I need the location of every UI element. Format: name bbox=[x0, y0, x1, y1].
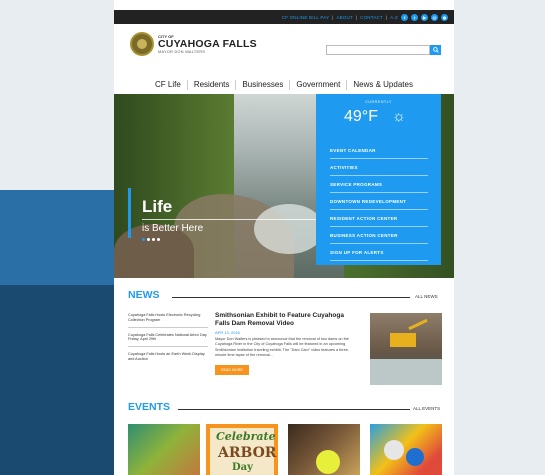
sun-icon: ☼ bbox=[392, 108, 406, 125]
slide-dot[interactable] bbox=[157, 238, 160, 241]
featured-news-date: APR 13, 2016 bbox=[215, 330, 240, 335]
quick-link-activities[interactable]: ACTIVITIES bbox=[330, 159, 428, 176]
quick-link-alerts[interactable]: SIGN UP FOR ALERTS bbox=[330, 244, 428, 261]
quick-link-event-calendar[interactable]: EVENT CALENDAR bbox=[330, 142, 428, 159]
all-events-link[interactable]: ALL EVENTS bbox=[413, 406, 440, 411]
arbor-day-line2: ARBOR bbox=[218, 445, 277, 461]
website-page: CF ONLINE BILL PAY | ABOUT | CONTACT | A… bbox=[114, 0, 454, 475]
search-input[interactable] bbox=[326, 45, 430, 55]
quick-links-panel: CURRENTLY 49°F ☼ EVENT CALENDAR ACTIVITI… bbox=[316, 94, 441, 265]
quick-links-list: EVENT CALENDAR ACTIVITIES SERVICE PROGRA… bbox=[330, 142, 428, 261]
news-image-excavator-arm bbox=[408, 318, 428, 331]
event-tile-arbor-day[interactable]: Celebrate ARBOR Day bbox=[206, 424, 278, 475]
events-heading-rule bbox=[178, 409, 410, 410]
site-logo-text[interactable]: CITY OF CUYAHOGA FALLS MAYOR DON WALTERS bbox=[158, 34, 257, 54]
utility-separator: | bbox=[355, 14, 358, 20]
main-nav: CF Life Residents Businesses Government … bbox=[114, 76, 454, 94]
featured-news-image[interactable] bbox=[370, 313, 442, 385]
quick-link-resident-action[interactable]: RESIDENT ACTION CENTER bbox=[330, 210, 428, 227]
right-decor-panel bbox=[454, 0, 545, 475]
bill-pay-link[interactable]: CF ONLINE BILL PAY bbox=[282, 15, 330, 20]
email-icon[interactable]: @ bbox=[431, 13, 438, 21]
news-list: Cuyahoga Falls Hosts Electronic Recyclin… bbox=[128, 313, 208, 371]
news-heading: NEWS bbox=[128, 289, 160, 301]
arbor-day-line3: Day bbox=[232, 462, 253, 473]
twitter-icon[interactable]: t bbox=[411, 13, 418, 21]
hero-title: Life bbox=[142, 197, 173, 216]
kids-tile-ball bbox=[406, 448, 424, 466]
slide-dot[interactable] bbox=[152, 238, 155, 241]
facebook-icon[interactable]: f bbox=[401, 13, 408, 21]
hero-title-rule bbox=[142, 219, 332, 220]
nav-residents[interactable]: Residents bbox=[186, 80, 236, 90]
city-seal-logo[interactable] bbox=[130, 32, 154, 56]
softball-image bbox=[316, 450, 340, 474]
read-more-button[interactable]: READ MORE bbox=[215, 365, 249, 376]
kids-tile-ball bbox=[384, 440, 404, 460]
news-list-item[interactable]: Cuyahoga Falls Hosts an Earth Week Displ… bbox=[128, 352, 208, 366]
search-icon bbox=[432, 47, 439, 53]
quick-link-downtown[interactable]: DOWNTOWN REDEVELOPMENT bbox=[330, 193, 428, 210]
slide-dot[interactable] bbox=[142, 238, 145, 241]
featured-news-title[interactable]: Smithsonian Exhibit to Feature Cuyahoga … bbox=[215, 312, 357, 328]
hero-slide-dots bbox=[142, 238, 160, 241]
left-decor-band bbox=[0, 190, 114, 285]
arbor-day-sign: Celebrate ARBOR Day bbox=[210, 428, 277, 475]
all-news-link[interactable]: ALL NEWS bbox=[415, 294, 438, 299]
weather-temperature: 49°F bbox=[344, 108, 378, 125]
utility-bar: CF ONLINE BILL PAY | ABOUT | CONTACT | A… bbox=[114, 10, 454, 24]
featured-news-body: Mayor Don Walters is pleased to announce… bbox=[215, 337, 350, 357]
news-list-item[interactable]: Cuyahoga Falls Celebrates National Arbor… bbox=[128, 333, 208, 348]
news-list-item[interactable]: Cuyahoga Falls Hosts Electronic Recyclin… bbox=[128, 313, 208, 328]
news-image-excavator bbox=[390, 333, 416, 347]
slide-dot[interactable] bbox=[147, 238, 150, 241]
nav-businesses[interactable]: Businesses bbox=[235, 80, 289, 90]
hero-accent-bar bbox=[128, 188, 131, 238]
hero-river-foam bbox=[254, 204, 324, 254]
event-tile-kids[interactable] bbox=[370, 424, 442, 475]
contact-link[interactable]: CONTACT bbox=[360, 15, 383, 20]
event-tile-yarn[interactable] bbox=[128, 424, 200, 475]
featured-news: Smithsonian Exhibit to Feature Cuyahoga … bbox=[215, 312, 357, 376]
a-z-link[interactable]: A-Z bbox=[390, 15, 398, 20]
events-heading: EVENTS bbox=[128, 401, 171, 413]
nav-news-updates[interactable]: News & Updates bbox=[346, 80, 419, 90]
utility-links: CF ONLINE BILL PAY | ABOUT | CONTACT | A… bbox=[282, 10, 448, 24]
hero-subtitle: is Better Here bbox=[142, 223, 204, 234]
quick-link-service-programs[interactable]: SERVICE PROGRAMS bbox=[330, 176, 428, 193]
left-decor-panel bbox=[0, 190, 114, 475]
event-tile-softball[interactable] bbox=[288, 424, 360, 475]
utility-separator: | bbox=[385, 14, 388, 20]
logo-city-name: CUYAHOGA FALLS bbox=[158, 38, 257, 50]
search-button[interactable] bbox=[430, 45, 441, 55]
weather-label: CURRENTLY bbox=[365, 100, 392, 104]
site-header: CITY OF CUYAHOGA FALLS MAYOR DON WALTERS bbox=[114, 24, 454, 76]
arbor-day-line1: Celebrate bbox=[216, 430, 276, 443]
rss-icon[interactable]: ◉ bbox=[441, 13, 448, 21]
nav-cf-life[interactable]: CF Life bbox=[149, 80, 187, 90]
news-heading-rule bbox=[172, 297, 410, 298]
quick-link-business-action[interactable]: BUSINESS ACTION CENTER bbox=[330, 227, 428, 244]
logo-mayor: MAYOR DON WALTERS bbox=[158, 50, 206, 54]
news-image-water bbox=[370, 359, 442, 385]
utility-separator: | bbox=[332, 14, 334, 20]
nav-government[interactable]: Government bbox=[289, 80, 346, 90]
youtube-icon[interactable]: ▶ bbox=[421, 13, 428, 21]
about-link[interactable]: ABOUT bbox=[336, 15, 353, 20]
